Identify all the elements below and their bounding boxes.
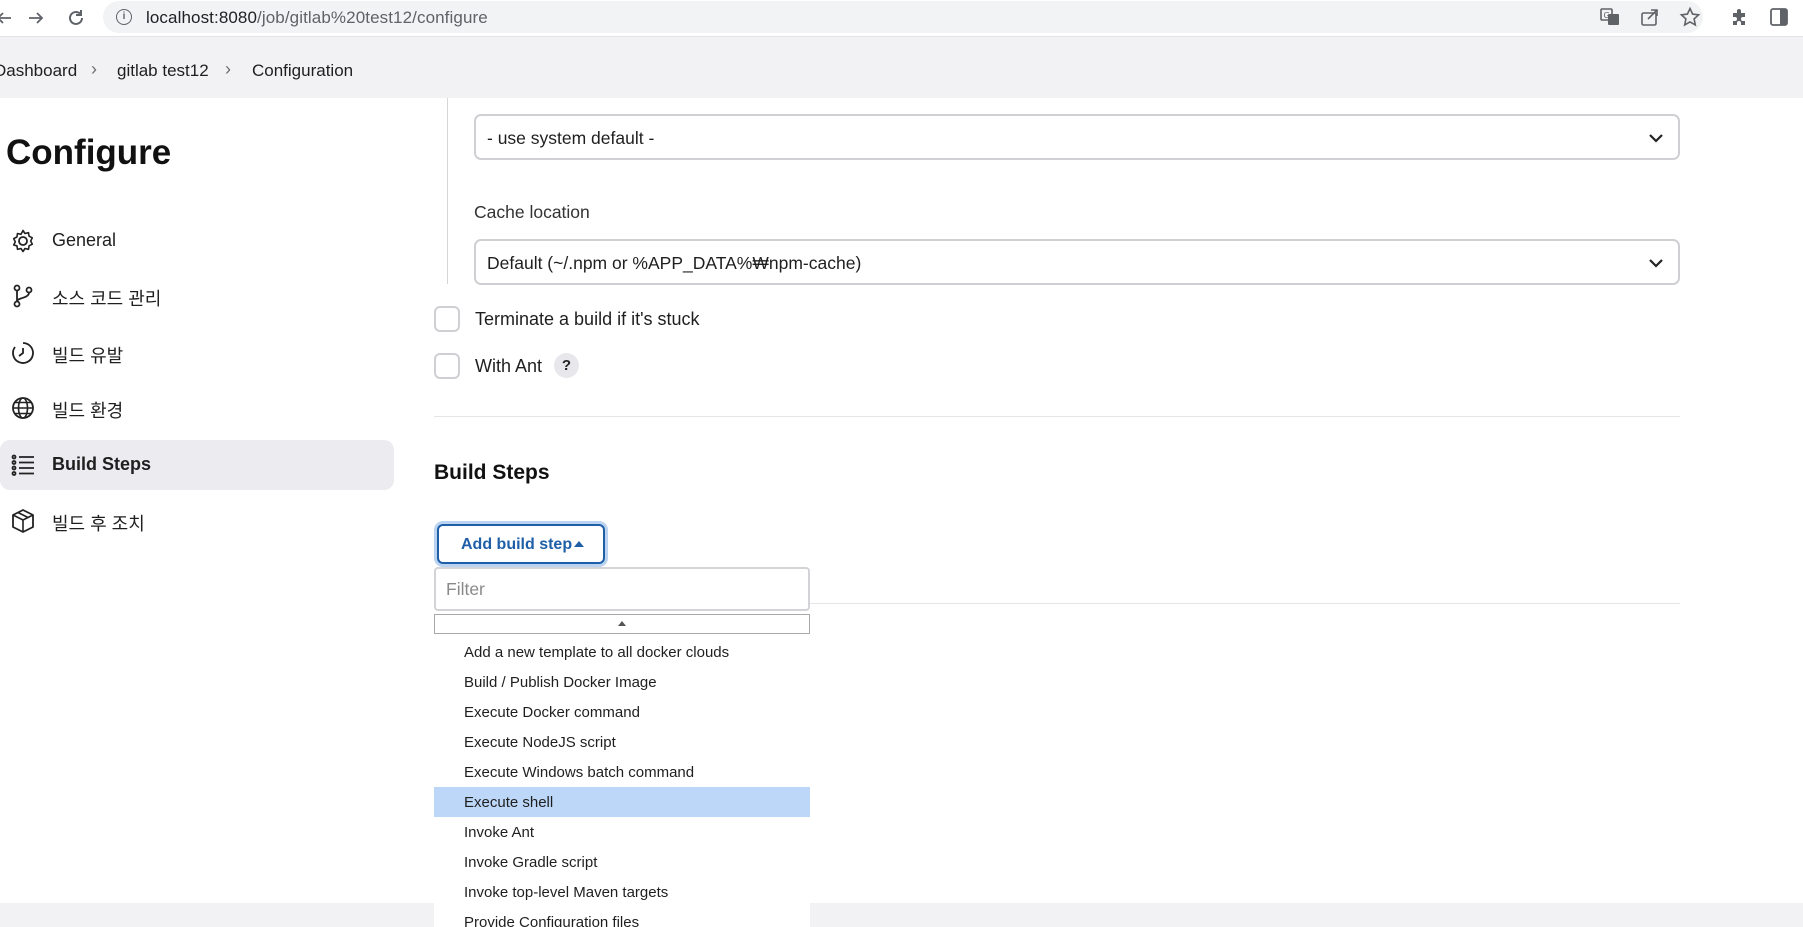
caret-up-icon — [618, 621, 626, 626]
menu-item[interactable]: Add a new template to all docker clouds — [434, 637, 810, 667]
menu-item[interactable]: Execute Windows batch command — [434, 757, 810, 787]
terminate-stuck-checkbox[interactable] — [434, 306, 460, 332]
sidebar-item-source-code[interactable]: 소스 코드 관리 — [0, 271, 394, 321]
caret-up-icon — [574, 541, 584, 547]
sidebar-item-label: 빌드 유발 — [52, 346, 124, 366]
menu-item-selected[interactable]: Execute shell — [434, 787, 810, 817]
forward-arrow-icon[interactable] — [22, 4, 50, 32]
share-icon[interactable] — [1639, 6, 1663, 30]
source-branch-icon — [10, 283, 36, 309]
breadcrumb-job[interactable]: gitlab test12 — [117, 61, 209, 81]
sidebar-item-post-build[interactable]: 빌드 후 조치 — [0, 496, 394, 546]
with-ant-checkbox[interactable] — [434, 353, 460, 379]
chevron-right-icon: › — [225, 59, 231, 79]
side-panel-icon[interactable] — [1768, 6, 1792, 30]
sidebar-item-build-steps[interactable]: Build Steps — [0, 440, 394, 490]
footer — [0, 903, 1803, 927]
translate-icon[interactable]: G — [1599, 6, 1623, 30]
sidebar-item-label: 빌드 환경 — [52, 401, 124, 421]
info-icon[interactable]: i — [116, 9, 132, 25]
sidebar-item-label: 소스 코드 관리 — [52, 289, 162, 309]
menu-item[interactable]: Execute Docker command — [434, 697, 810, 727]
sidebar-item-general[interactable]: General — [0, 216, 394, 266]
cache-location-label: Cache location — [474, 202, 590, 222]
help-button[interactable]: ? — [554, 353, 579, 378]
breadcrumb-configuration[interactable]: Configuration — [252, 61, 353, 81]
svg-text:G: G — [1604, 11, 1610, 20]
page-title: Configure — [6, 133, 172, 172]
chevron-down-icon — [1646, 253, 1666, 273]
menu-item[interactable]: Invoke Gradle script — [434, 847, 810, 877]
menu-item[interactable]: Invoke Ant — [434, 817, 810, 847]
scroll-up-arrow[interactable] — [434, 614, 810, 634]
divider — [810, 603, 1680, 604]
sidebar-item-label: Build Steps — [52, 454, 152, 474]
extensions-icon[interactable] — [1729, 6, 1753, 30]
sidebar-item-build-environment[interactable]: 빌드 환경 — [0, 383, 394, 433]
gear-icon — [10, 228, 36, 254]
add-build-step-button[interactable]: Add build step — [437, 524, 605, 564]
cache-location-select[interactable]: Default (~/.npm or %APP_DATA%₩npm-cache) — [474, 239, 1680, 285]
npm-registry-select[interactable]: - use system default - — [474, 114, 1680, 160]
url-text[interactable]: localhost:8080/job/gitlab%20test12/confi… — [146, 8, 488, 28]
address-bar[interactable]: i localhost:8080/job/gitlab%20test12/con… — [103, 1, 1703, 33]
menu-item[interactable]: Invoke top-level Maven targets — [434, 877, 810, 907]
url-path: /job/gitlab%20test12/configure — [257, 8, 488, 27]
terminate-stuck-label[interactable]: Terminate a build if it's stuck — [475, 309, 700, 330]
star-icon[interactable] — [1679, 6, 1703, 30]
back-arrow-icon[interactable] — [0, 4, 18, 32]
breadcrumb: Dashboard › gitlab test12 › Configuratio… — [0, 37, 1803, 98]
menu-item[interactable]: Build / Publish Docker Image — [434, 667, 810, 697]
list-icon — [10, 452, 36, 478]
menu-item[interactable]: Provide Configuration files — [434, 907, 810, 927]
select-value: - use system default - — [487, 128, 655, 148]
with-ant-label[interactable]: With Ant — [475, 356, 542, 377]
url-host: localhost:8080 — [146, 8, 258, 27]
package-icon — [10, 508, 36, 534]
timer-icon — [10, 340, 36, 366]
build-steps-heading: Build Steps — [434, 461, 550, 484]
breadcrumb-dashboard[interactable]: Dashboard — [0, 61, 77, 81]
select-value: Default (~/.npm or %APP_DATA%₩npm-cache) — [487, 253, 862, 273]
reload-icon[interactable] — [62, 4, 90, 32]
section-indent-line — [447, 98, 448, 284]
globe-icon — [10, 395, 36, 421]
divider — [434, 416, 1680, 417]
build-step-menu: Add a new template to all docker clouds … — [434, 637, 810, 927]
add-build-step-label: Add build step — [461, 536, 573, 553]
sidebar-item-label: General — [52, 230, 117, 250]
menu-item[interactable]: Execute NodeJS script — [434, 727, 810, 757]
sidebar-item-build-triggers[interactable]: 빌드 유발 — [0, 328, 394, 378]
filter-input[interactable] — [434, 567, 810, 611]
chevron-down-icon — [1646, 128, 1666, 148]
browser-toolbar: i localhost:8080/job/gitlab%20test12/con… — [0, 0, 1803, 37]
chevron-right-icon: › — [91, 59, 97, 79]
sidebar-item-label: 빌드 후 조치 — [52, 514, 145, 534]
